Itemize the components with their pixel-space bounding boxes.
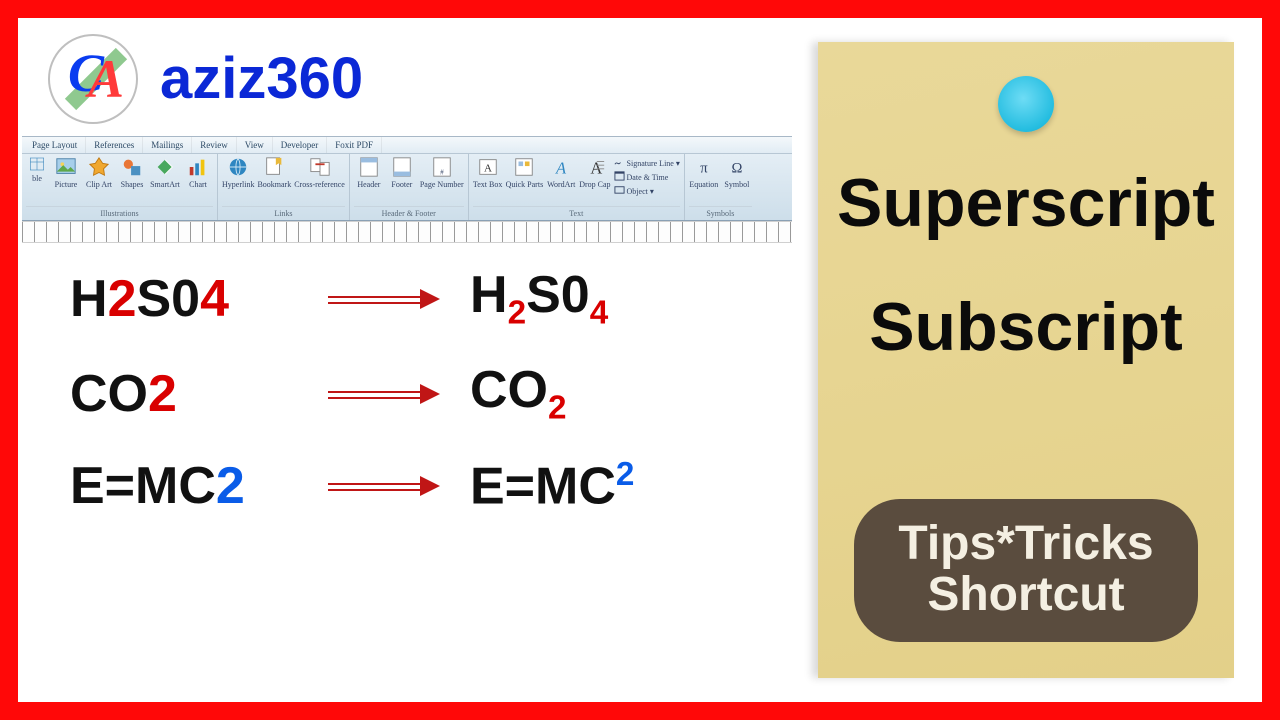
textbox-icon[interactable]: AText Box: [473, 156, 503, 189]
arrow-icon: [328, 483, 438, 489]
left-panel: C A aziz360 Page Layout References Maili…: [18, 18, 798, 702]
sticky-note-card: Superscript Subscript Tips*Tricks Shortc…: [818, 42, 1234, 678]
shapes-icon[interactable]: Shapes: [117, 156, 147, 189]
svg-text:Ω: Ω: [731, 161, 742, 177]
card-title-1: Superscript: [818, 168, 1234, 239]
sample-before: E=MC2: [70, 460, 296, 512]
dropcap-icon[interactable]: ADrop Cap: [579, 156, 610, 189]
wordart-icon[interactable]: AWordArt: [546, 156, 576, 189]
quickparts-icon[interactable]: Quick Parts: [506, 156, 544, 189]
sample-after: E=MC2: [470, 458, 680, 512]
ribbon-body: ble Picture Clip Art Shapes SmartArt Cha…: [22, 154, 792, 220]
tab-mailings[interactable]: Mailings: [143, 137, 192, 153]
picture-icon[interactable]: Picture: [51, 156, 81, 189]
tab-foxit-pdf[interactable]: Foxit PDF: [327, 137, 382, 153]
tab-review[interactable]: Review: [192, 137, 237, 153]
logo-letter-a: A: [88, 52, 124, 106]
group-header-footer: Header Footer #Page Number Header & Foot…: [350, 154, 469, 220]
chart-icon[interactable]: Chart: [183, 156, 213, 189]
horizontal-ruler: [22, 221, 792, 243]
tab-references[interactable]: References: [86, 137, 143, 153]
red-frame: C A aziz360 Page Layout References Maili…: [0, 0, 1280, 720]
svg-text:#: #: [440, 167, 444, 176]
pill-line2: Shortcut: [862, 570, 1190, 620]
pagenum-icon[interactable]: #Page Number: [420, 156, 464, 189]
ribbon-tabs[interactable]: Page Layout References Mailings Review V…: [22, 137, 792, 154]
object-cmd[interactable]: Object ▾: [614, 184, 680, 197]
clipart-icon[interactable]: Clip Art: [84, 156, 114, 189]
pushpin-dot: [998, 76, 1054, 132]
group-symbols: πEquation ΩSymbol Symbols: [685, 154, 756, 220]
channel-logo: C A: [48, 34, 138, 124]
equation-icon[interactable]: πEquation: [689, 156, 719, 189]
footer-icon[interactable]: Footer: [387, 156, 417, 189]
crossref-icon[interactable]: Cross-reference: [294, 156, 345, 189]
tab-page-layout[interactable]: Page Layout: [24, 137, 86, 153]
sample-row: E=MC2 E=MC2: [70, 458, 798, 512]
sample-row: H2S04 H2S04: [70, 269, 798, 330]
group-label: Illustrations: [26, 206, 213, 220]
signature-line-cmd[interactable]: Signature Line ▾: [614, 156, 680, 169]
tips-pill: Tips*Tricks Shortcut: [854, 499, 1198, 642]
symbol-icon[interactable]: ΩSymbol: [722, 156, 752, 189]
smartart-icon[interactable]: SmartArt: [150, 156, 180, 189]
group-illustrations: ble Picture Clip Art Shapes SmartArt Cha…: [22, 154, 218, 220]
arrow-icon: [328, 391, 438, 397]
text-side-commands: Signature Line ▾ Date & Time Object ▾: [614, 156, 680, 197]
tab-view[interactable]: View: [237, 137, 273, 153]
tab-developer[interactable]: Developer: [273, 137, 327, 153]
group-links: Hyperlink Bookmark Cross-reference Links: [218, 154, 350, 220]
svg-text:A: A: [555, 158, 567, 177]
bookmark-icon[interactable]: Bookmark: [257, 156, 291, 189]
channel-name: aziz360: [160, 50, 363, 108]
svg-text:π: π: [700, 161, 708, 177]
table-icon-fragment[interactable]: ble: [26, 156, 48, 183]
sample-before: CO2: [70, 368, 296, 420]
group-text: AText Box Quick Parts AWordArt ADrop Cap…: [469, 154, 685, 220]
pill-line1: Tips*Tricks: [862, 519, 1190, 569]
arrow-icon: [328, 296, 438, 302]
header-icon[interactable]: Header: [354, 156, 384, 189]
sample-lines: H2S04 H2S04 CO2 CO2 E=MC2 E=MC2: [18, 243, 798, 513]
card-title-2: Subscript: [818, 292, 1234, 363]
hyperlink-icon[interactable]: Hyperlink: [222, 156, 254, 189]
svg-text:A: A: [484, 163, 492, 175]
sample-before: H2S04: [70, 273, 296, 325]
right-panel: Superscript Subscript Tips*Tricks Shortc…: [798, 18, 1262, 702]
brand-row: C A aziz360: [18, 18, 798, 136]
sample-row: CO2 CO2: [70, 364, 798, 425]
word-ribbon: Page Layout References Mailings Review V…: [22, 136, 792, 221]
date-time-cmd[interactable]: Date & Time: [614, 170, 680, 183]
sample-after: H2S04: [470, 269, 680, 330]
sample-after: CO2: [470, 364, 680, 425]
